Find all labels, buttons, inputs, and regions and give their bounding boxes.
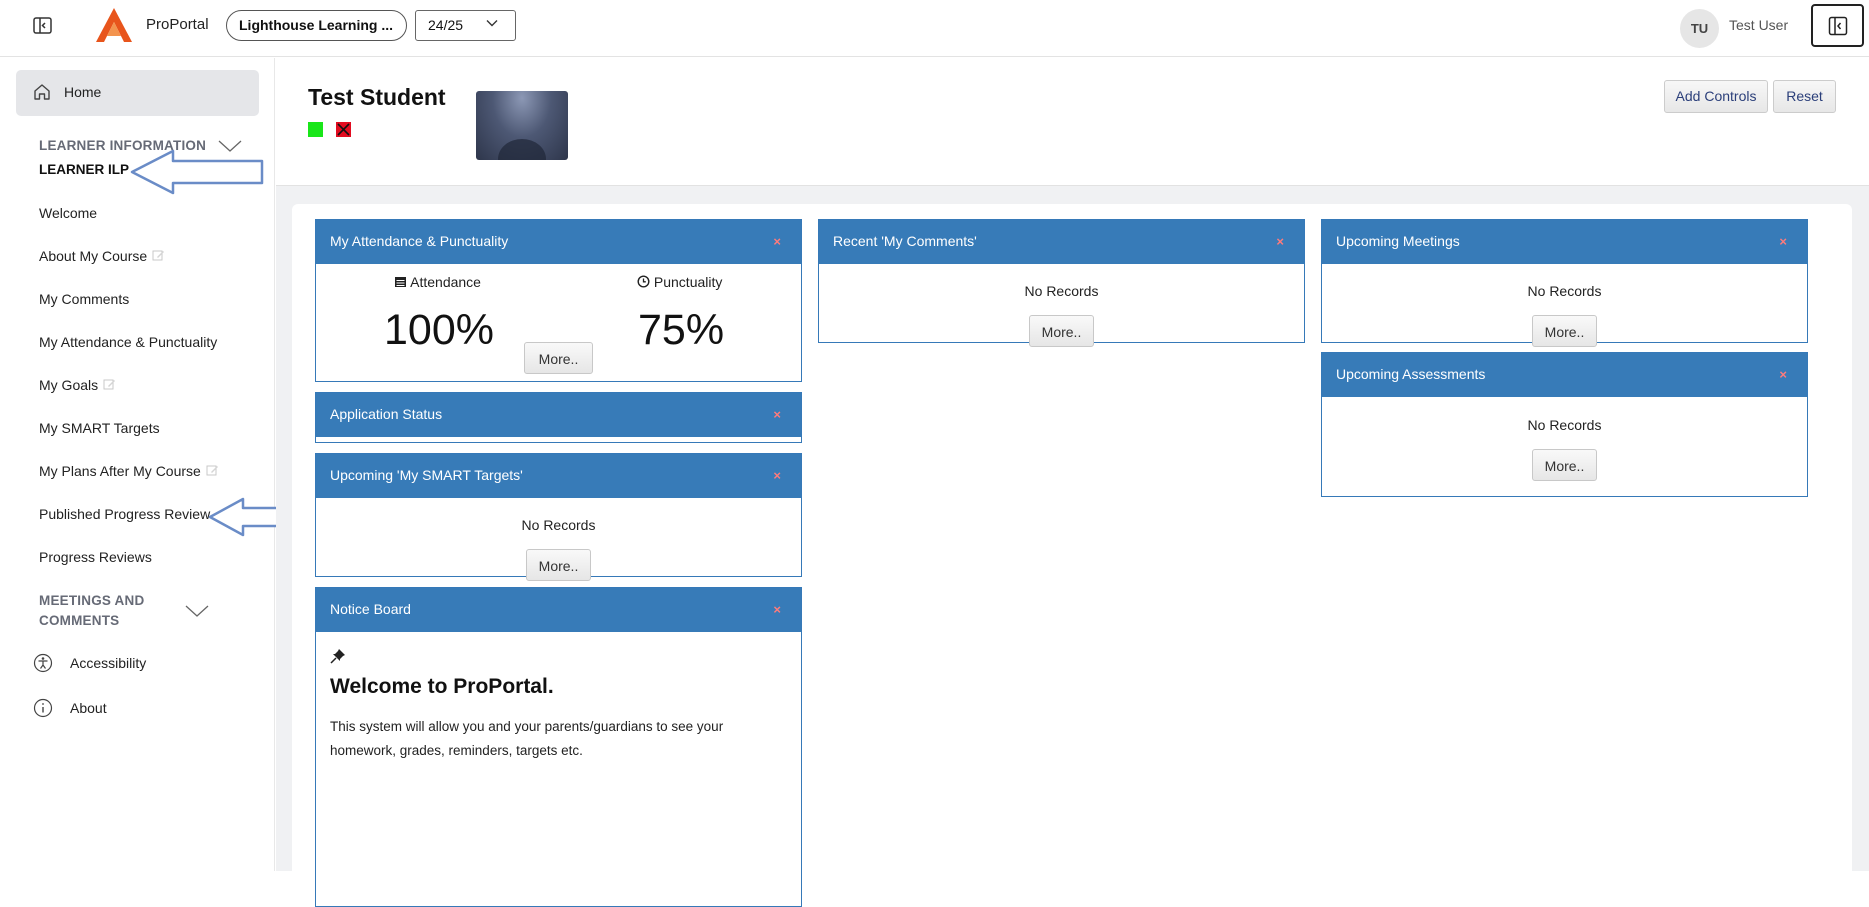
sidebar-item-label: Home xyxy=(64,84,102,100)
no-records-text: No Records xyxy=(1024,283,1099,299)
user-avatar[interactable]: TU xyxy=(1680,9,1719,48)
sidebar-item-home[interactable]: Home xyxy=(16,70,259,116)
home-icon xyxy=(34,84,50,100)
widget-recent-comments: Recent 'My Comments' × No Records More.. xyxy=(818,219,1305,347)
annotation-arrow-icon xyxy=(130,149,264,195)
widget-header: Upcoming Meetings × xyxy=(1322,220,1807,264)
widget-smart-targets: Upcoming 'My SMART Targets' × No Records… xyxy=(315,453,802,581)
sidebar-item-published-progress-review[interactable]: Published Progress Review xyxy=(39,506,210,522)
status-flag-red xyxy=(336,122,351,137)
more-button[interactable]: More.. xyxy=(1029,315,1094,347)
widget-title: Recent 'My Comments' xyxy=(833,233,977,249)
more-button[interactable]: More.. xyxy=(526,549,591,581)
section-label: COMMENTS xyxy=(39,613,120,628)
sidebar-item-learner-ilp[interactable]: LEARNER ILP xyxy=(39,162,129,177)
proportal-logo-icon xyxy=(94,6,134,44)
notice-heading: Welcome to ProPortal. xyxy=(330,675,554,698)
reset-button[interactable]: Reset xyxy=(1773,80,1836,113)
student-header: Test Student Add Controls Reset xyxy=(276,58,1869,186)
sidebar-item-plans-after-course[interactable]: My Plans After My Course xyxy=(39,463,219,480)
sidebar: Home LEARNER INFORMATION LEARNER ILP Wel… xyxy=(7,58,291,871)
info-icon xyxy=(33,698,53,718)
dashboard-area: My Attendance & Punctuality × Attendance… xyxy=(276,186,1869,907)
cross-icon xyxy=(337,123,350,136)
widget-upcoming-meetings: Upcoming Meetings × No Records More.. xyxy=(1321,219,1808,347)
year-value: 24/25 xyxy=(428,17,464,33)
dashboard-card: My Attendance & Punctuality × Attendance… xyxy=(292,204,1852,907)
panel-icon xyxy=(1828,16,1848,36)
widget-title: My Attendance & Punctuality xyxy=(330,233,509,249)
more-button[interactable]: More.. xyxy=(1532,315,1597,347)
sidebar-item-label: About My Course xyxy=(39,248,148,264)
widget-header: Recent 'My Comments' × xyxy=(819,220,1304,264)
sidebar-item-attendance[interactable]: My Attendance & Punctuality xyxy=(39,334,217,350)
edit-icon xyxy=(152,249,165,265)
chevron-down-icon xyxy=(486,20,498,27)
add-controls-button[interactable]: Add Controls xyxy=(1664,80,1768,113)
widget-header: My Attendance & Punctuality × xyxy=(316,220,801,264)
sidebar-item-my-goals[interactable]: My Goals xyxy=(39,377,116,394)
widget-title: Application Status xyxy=(330,406,443,422)
sidebar-item-smart-targets[interactable]: My SMART Targets xyxy=(39,420,160,436)
no-records-text: No Records xyxy=(1527,283,1602,299)
top-bar: ProPortal Lighthouse Learning ... 24/25 … xyxy=(0,0,1869,57)
widget-header: Upcoming 'My SMART Targets' × xyxy=(316,454,801,498)
notice-body: This system will allow you and your pare… xyxy=(330,719,724,758)
punctuality-value: 75% xyxy=(638,306,725,354)
close-icon[interactable]: × xyxy=(773,468,781,483)
accessibility-icon xyxy=(33,653,53,673)
user-name[interactable]: Test User xyxy=(1729,17,1788,33)
student-photo xyxy=(476,91,568,160)
widget-notice-board: Notice Board × Welcome to ProPortal. Thi… xyxy=(315,587,802,907)
close-icon[interactable]: × xyxy=(1779,234,1787,249)
sidebar-item-progress-reviews[interactable]: Progress Reviews xyxy=(39,549,152,565)
widget-header: Upcoming Assessments × xyxy=(1322,353,1807,397)
close-icon[interactable]: × xyxy=(773,602,781,617)
punctuality-label-text: Punctuality xyxy=(653,274,723,290)
school-selector[interactable]: Lighthouse Learning ... xyxy=(226,10,407,41)
sidebar-item-about-my-course[interactable]: About My Course xyxy=(39,248,165,265)
clock-icon xyxy=(637,275,650,288)
widget-title: Upcoming 'My SMART Targets' xyxy=(330,467,523,483)
sidebar-item-label: My Plans After My Course xyxy=(39,463,201,479)
close-icon[interactable]: × xyxy=(773,407,781,422)
widget-title: Notice Board xyxy=(330,601,411,617)
sidebar-item-label: About xyxy=(70,700,107,716)
widget-application-status: Application Status × xyxy=(315,392,802,443)
widget-title: Upcoming Meetings xyxy=(1336,233,1460,249)
edit-icon xyxy=(206,464,219,480)
attendance-label-text: Attendance xyxy=(410,274,481,290)
widget-title: Upcoming Assessments xyxy=(1336,366,1486,382)
section-meetings-and-comments[interactable]: MEETINGS AND COMMENTS xyxy=(39,591,209,631)
punctuality-label: Punctuality xyxy=(637,274,722,290)
status-flag-green xyxy=(308,122,323,137)
student-name: Test Student xyxy=(308,84,446,110)
pin-icon xyxy=(330,649,345,664)
calendar-icon xyxy=(395,277,406,287)
no-records-text: No Records xyxy=(1527,417,1602,433)
panel-toggle-button[interactable] xyxy=(1811,4,1864,47)
attendance-value: 100% xyxy=(384,306,494,354)
year-selector[interactable]: 24/25 xyxy=(415,10,516,41)
sidebar-item-label: Accessibility xyxy=(70,655,147,671)
section-label: MEETINGS AND xyxy=(39,593,145,608)
more-button[interactable]: More.. xyxy=(524,342,593,374)
sidebar-toggle-icon[interactable] xyxy=(32,15,54,37)
chevron-down-icon xyxy=(185,605,209,617)
widget-header: Application Status × xyxy=(316,393,801,437)
close-icon[interactable]: × xyxy=(1276,234,1284,249)
more-button[interactable]: More.. xyxy=(1532,449,1597,481)
close-icon[interactable]: × xyxy=(773,234,781,249)
attendance-label: Attendance xyxy=(394,274,481,290)
widget-header: Notice Board × xyxy=(316,588,801,632)
sidebar-item-my-comments[interactable]: My Comments xyxy=(39,291,129,307)
widget-attendance: My Attendance & Punctuality × Attendance… xyxy=(315,219,802,382)
brand-name: ProPortal xyxy=(146,16,209,33)
sidebar-item-welcome[interactable]: Welcome xyxy=(39,205,97,221)
edit-icon xyxy=(103,378,116,394)
close-icon[interactable]: × xyxy=(1779,367,1787,382)
sidebar-item-label: My Goals xyxy=(39,377,99,393)
widget-upcoming-assessments: Upcoming Assessments × No Records More.. xyxy=(1321,352,1808,497)
no-records-text: No Records xyxy=(521,517,596,533)
